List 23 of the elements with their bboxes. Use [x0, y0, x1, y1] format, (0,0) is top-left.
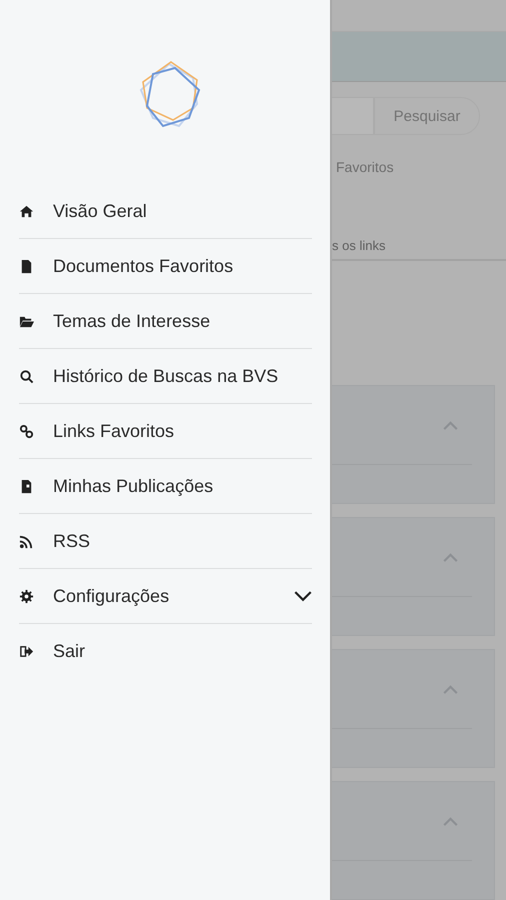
rss-icon: [19, 534, 34, 548]
link-icon: [19, 424, 34, 438]
logout-icon: [19, 644, 34, 659]
menu-item[interactable]: Visão Geral: [19, 184, 312, 239]
menu-item[interactable]: RSS: [19, 514, 312, 569]
chevron-down-icon: [294, 590, 312, 602]
menu-item[interactable]: Configurações: [19, 569, 312, 624]
chevron-up-icon[interactable]: [443, 420, 458, 430]
menu-item[interactable]: Documentos Favoritos: [19, 239, 312, 294]
chevron-up-icon[interactable]: [443, 816, 458, 826]
document-icon: [19, 478, 34, 494]
menu-item[interactable]: Minhas Publicações: [19, 459, 312, 514]
document-icon: [19, 258, 34, 274]
settings-icon: [19, 588, 34, 604]
menu-item[interactable]: Temas de Interesse: [19, 294, 312, 349]
chevron-up-icon[interactable]: [443, 684, 458, 694]
search-icon: [19, 368, 34, 384]
chevron-up-icon[interactable]: [443, 552, 458, 562]
section-label: Favoritos: [336, 159, 395, 175]
menu-item[interactable]: Sair: [19, 624, 312, 679]
menu-item[interactable]: Histórico de Buscas na BVS: [19, 349, 312, 404]
home-icon: [19, 204, 34, 218]
menu-item[interactable]: Links Favoritos: [19, 404, 312, 459]
